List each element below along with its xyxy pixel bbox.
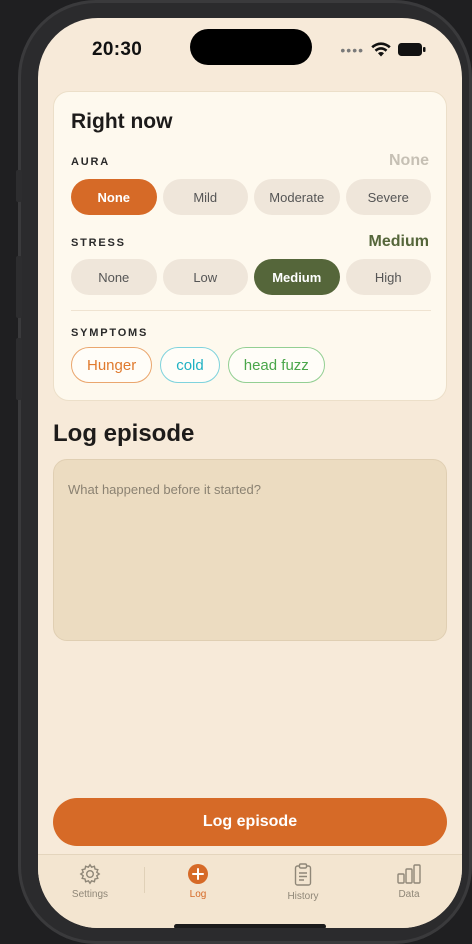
symptom-chip-cold[interactable]: cold <box>160 347 220 383</box>
silent-switch <box>16 170 22 202</box>
symptom-chips: Hunger cold head fuzz <box>71 347 325 383</box>
stress-value: Medium <box>368 233 429 250</box>
log-episode-button[interactable]: Log episode <box>53 798 447 846</box>
aura-option-severe[interactable]: Severe <box>345 179 431 215</box>
aura-label: AURA <box>71 156 110 168</box>
tab-data-label: Data <box>398 889 420 900</box>
tab-history[interactable]: History <box>263 863 343 902</box>
episode-notes-input[interactable]: What happened before it started? <box>53 459 447 641</box>
tab-history-label: History <box>287 891 319 902</box>
aura-segmented-control: None Mild Moderate Severe <box>71 179 431 215</box>
log-episode-heading: Log episode <box>53 420 195 447</box>
bar-chart-icon <box>397 864 421 884</box>
tab-settings[interactable]: Settings <box>50 863 130 900</box>
tab-log[interactable]: Log <box>158 863 238 900</box>
volume-up-button <box>16 256 22 318</box>
tab-log-label: Log <box>189 889 207 900</box>
status-icons: •••• <box>340 42 426 57</box>
symptoms-label: SYMPTOMS <box>71 327 149 339</box>
stress-option-none[interactable]: None <box>71 259 157 295</box>
right-now-card: Right now AURA None None Mild Moderate S… <box>53 91 447 401</box>
dynamic-island <box>190 29 312 65</box>
tab-bar: Settings Log History Data <box>38 854 462 928</box>
aura-option-moderate[interactable]: Moderate <box>254 179 340 215</box>
battery-icon <box>398 43 426 56</box>
stress-segmented-control: None Low Medium High <box>71 259 431 295</box>
symptom-chip-head-fuzz[interactable]: head fuzz <box>227 347 325 383</box>
stress-option-medium[interactable]: Medium <box>254 259 340 295</box>
stress-label: STRESS <box>71 237 126 249</box>
tab-settings-label: Settings <box>71 889 109 900</box>
plus-circle-icon <box>188 864 208 884</box>
tab-data[interactable]: Data <box>369 863 449 900</box>
aura-option-none[interactable]: None <box>71 179 157 215</box>
clipboard-icon <box>294 863 312 886</box>
status-time: 20:30 <box>92 39 143 60</box>
wifi-icon <box>371 42 391 57</box>
aura-value: None <box>389 152 429 169</box>
card-title: Right now <box>71 110 173 133</box>
tab-separator <box>144 867 145 893</box>
gear-icon <box>79 863 101 885</box>
home-indicator <box>174 924 326 928</box>
aura-option-mild[interactable]: Mild <box>162 179 248 215</box>
app-screen: 20:30 •••• Right now AURA None None Mild… <box>38 18 462 928</box>
stress-option-high[interactable]: High <box>345 259 431 295</box>
card-divider <box>71 310 431 311</box>
volume-down-button <box>16 338 22 400</box>
stress-option-low[interactable]: Low <box>162 259 248 295</box>
cellular-dots-icon: •••• <box>340 41 364 58</box>
symptom-chip-hunger[interactable]: Hunger <box>71 347 153 383</box>
